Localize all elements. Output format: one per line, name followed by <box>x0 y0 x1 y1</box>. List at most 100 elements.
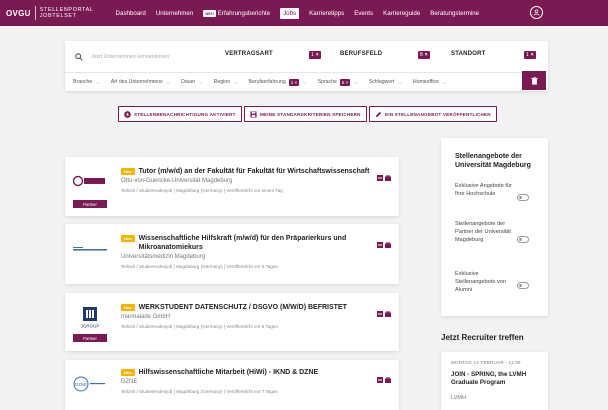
criterion-vertragsart[interactable]: VERTRAGSART <box>225 51 273 57</box>
job-title[interactable]: Tutor (m/w/d) an der Fakultät für Fakult… <box>139 167 370 176</box>
nav-jobs-label: Jobs <box>283 9 297 17</box>
partner-tag: Partner <box>73 334 107 342</box>
sprache-count-chip[interactable]: 5 × <box>339 78 351 86</box>
criterion-berufsfeld[interactable]: BERUFSFELD <box>340 51 382 57</box>
toggle-row: Exklusive Stellenangebote von Alumni <box>455 270 535 294</box>
filter-label: Berufserfahrung <box>248 79 286 85</box>
new-badge: NEU <box>203 9 216 17</box>
pencil-icon <box>375 111 382 118</box>
job-meta: Teilzeit / Studierendenjob | Magdeburg (… <box>121 324 278 329</box>
nav-jobs[interactable]: Jobs <box>280 7 300 19</box>
bookmark-icon[interactable] <box>377 235 383 248</box>
chevron-down-icon: ⌵ <box>354 79 358 85</box>
filter-sprache[interactable]: Sprache 5 × ⌵ <box>318 78 358 86</box>
search-row: VERTRAGSART 1× BERUFSFELD 8× STANDORT 1× <box>65 41 548 72</box>
remove-icon: × <box>345 79 349 85</box>
recruiter-event-card[interactable]: MONTAG 14 FEBRUAR - 11:00 JOIN - SPRING,… <box>441 352 548 410</box>
job-alert-button[interactable]: STELLENBENACHRICHTIGUNG AKTIVIERT <box>118 106 242 122</box>
chevron-down-icon: ⌵ <box>234 79 238 85</box>
logo[interactable]: OVGU STELLENPORTAL JOBTELSET <box>6 6 94 20</box>
nav-links: Dashboard Unternehmen NEU Erfahrungsberic… <box>116 7 490 19</box>
chevron-down-icon: ⌵ <box>398 79 402 85</box>
new-tag: Neu <box>121 235 135 242</box>
job-card-body: Neu Tutor (m/w/d) an der Fakultät für Fa… <box>121 167 381 193</box>
new-tag: Neu <box>121 168 135 175</box>
publish-job-button[interactable]: EIN STELLENANGEBOT VERÖFFENTLICHEN <box>369 106 497 122</box>
job-title-line: Neu WERKSTUDENT DATENSCHUTZ / DSGVO (M/W… <box>121 303 381 312</box>
search-panel: VERTRAGSART 1× BERUFSFELD 8× STANDORT 1×… <box>65 41 548 91</box>
nav-beratungstermine-label: Beratungstermine <box>430 9 480 17</box>
job-card[interactable]: DZNE Neu Hilfswissenschaftliche Mitarbei… <box>65 360 399 410</box>
nav-events-label: Events <box>354 9 374 17</box>
nav-erfahrungsberichte[interactable]: NEU Erfahrungsberichte <box>203 9 270 17</box>
job-title[interactable]: WERKSTUDENT DATENSCHUTZ / DSGVO (M/W/D) … <box>139 303 347 312</box>
filter-region[interactable]: Region ⌵ <box>214 79 238 85</box>
filter-homeoffice[interactable]: Homeoffice ⌵ <box>413 79 447 85</box>
bookmark-icon[interactable] <box>377 370 383 383</box>
vertragsart-count-chip[interactable]: 1 × <box>309 51 321 59</box>
berufserfahrung-count-chip[interactable]: 1 × <box>288 78 300 86</box>
card-actions <box>375 304 391 317</box>
job-title[interactable]: Hilfswissenschaftliche Mitarbeit (HiWi) … <box>139 368 319 377</box>
job-card-body: Neu Wissenschaftliche Hilfskraft (m/w/d)… <box>121 234 381 269</box>
nav-unternehmen[interactable]: Unternehmen <box>156 10 194 17</box>
recruiter-heading: Jetzt Recruiter treffen <box>441 333 524 342</box>
card-actions <box>375 168 391 181</box>
event-title[interactable]: JOIN - SPRING, the LVMH Graduate Program <box>451 371 538 387</box>
job-title[interactable]: Wissenschaftliche Hilfskraft (m/w/d) für… <box>139 234 381 252</box>
nav-karrieretipps[interactable]: Karrieretipps <box>309 10 344 17</box>
save-criteria-button[interactable]: MEINE STANDARDKRITERIEN SPEICHERN <box>244 106 367 122</box>
toggle-label: Exklusive Angebote für Ihre Hochschule <box>455 183 512 197</box>
briefcase-icon[interactable] <box>385 168 391 181</box>
criterion-standort[interactable]: STANDORT <box>451 51 486 57</box>
filter-art-des-unternehmens[interactable]: Art des Unternehmens ⌵ <box>111 79 170 85</box>
nav-dashboard[interactable]: Dashboard <box>116 10 146 17</box>
event-date: MONTAG 14 FEBRUAR - 11:00 <box>451 360 521 365</box>
nav-events[interactable]: Events <box>354 10 373 17</box>
user-circle-icon[interactable] <box>530 6 543 19</box>
filter-schlagwort[interactable]: Schlagwort ⌵ <box>369 79 402 85</box>
filter-label: Branche <box>73 79 93 85</box>
briefcase-icon[interactable] <box>385 235 391 248</box>
bookmark-icon[interactable] <box>377 304 383 317</box>
chevron-down-icon: ⌵ <box>199 79 203 85</box>
chevron-down-icon: ⌵ <box>442 79 447 85</box>
job-card[interactable]: Neu Wissenschaftliche Hilfskraft (m/w/d)… <box>65 224 399 284</box>
exclusive-offers-toggle[interactable] <box>517 194 529 201</box>
job-card[interactable]: Partner Neu Tutor (m/w/d) an der Fakultä… <box>65 157 399 216</box>
card-actions <box>375 370 391 383</box>
company-name[interactable]: Otto-von-Guericke-Universität Magdeburg <box>121 178 381 184</box>
partner-offers-toggle[interactable] <box>517 236 529 243</box>
filter-label: Homeoffice <box>412 79 439 85</box>
search-input[interactable] <box>91 51 216 63</box>
company-logo <box>73 171 107 191</box>
nav-karrieretipps-label: Karrieretipps <box>309 9 345 17</box>
filter-berufserfahrung[interactable]: Berufserfahrung 1 × ⌵ <box>248 78 307 86</box>
nav-beratungstermine[interactable]: Beratungstermine <box>430 10 479 17</box>
job-meta: Teilzeit / Studierendenjob | Magdeburg (… <box>121 389 278 394</box>
standort-count-chip[interactable]: 1 × <box>524 51 536 59</box>
company-name[interactable]: Universitätsmedizin Magdeburg <box>121 254 381 260</box>
chevron-down-icon: ⌵ <box>166 79 171 85</box>
trash-icon <box>530 76 538 85</box>
company-name[interactable]: DZNE <box>121 379 381 385</box>
job-meta: Teilzeit / Studierendenjob | Magdeburg (… <box>121 264 278 269</box>
toggle-row: Stellenangebote der Partner der Universi… <box>455 220 535 244</box>
chevron-down-icon: ⌵ <box>96 79 100 85</box>
berufsfeld-count-chip[interactable]: 8 × <box>418 51 430 59</box>
briefcase-icon[interactable] <box>385 370 391 383</box>
company-name[interactable]: marmalade GmbH <box>121 314 381 320</box>
toggle-row: Exklusive Angebote für Ihre Hochschule <box>455 182 535 201</box>
filter-branche[interactable]: Branche ⌵ <box>73 79 100 85</box>
sprache-count: 5 <box>341 79 345 85</box>
filter-dauer[interactable]: Dauer ⌵ <box>181 79 203 85</box>
new-tag: Neu <box>121 369 135 376</box>
alumni-offers-toggle[interactable] <box>517 282 529 289</box>
bookmark-icon[interactable] <box>377 168 383 181</box>
berufsfeld-count: 8 <box>420 52 423 58</box>
logo-sub-line2: JOBTELSET <box>39 13 77 19</box>
clear-filters-button[interactable] <box>522 71 546 90</box>
nav-karriereguide[interactable]: Karriereguide <box>383 10 420 17</box>
briefcase-icon[interactable] <box>385 304 391 317</box>
job-card[interactable]: JGROUP Partner Neu WERKSTUDENT DATENSCHU… <box>65 293 399 351</box>
